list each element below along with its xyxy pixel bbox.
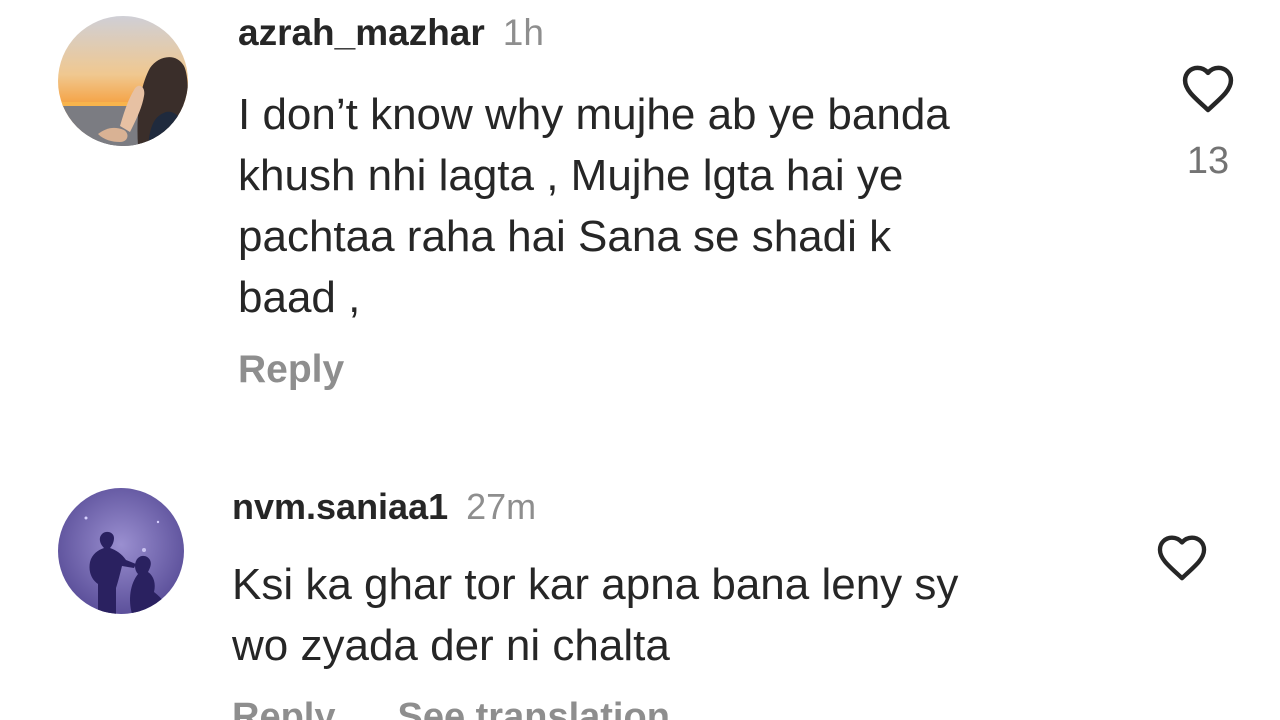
username[interactable]: azrah_mazhar [238, 12, 485, 54]
like-count: 13 [1186, 140, 1230, 182]
sunset-profile-photo [58, 16, 188, 146]
timestamp: 27m [466, 486, 537, 527]
comment-header: nvm.saniaa1 27m [232, 486, 536, 528]
reply-button[interactable]: Reply [238, 348, 344, 392]
silhouette-profile-photo [58, 488, 184, 614]
comment-text-line: Ksi ka ghar tor kar apna bana leny sy [232, 560, 959, 609]
comment-actions: Reply [238, 348, 406, 392]
username[interactable]: nvm.saniaa1 [232, 486, 448, 528]
heart-outline-icon [1182, 65, 1234, 113]
avatar[interactable] [58, 16, 188, 146]
see-translation-button[interactable]: See translation [397, 696, 669, 720]
comment-text-line: I don’t know why mujhe ab ye banda [238, 90, 950, 139]
comment-item: nvm.saniaa1 27m Ksi ka ghar tor kar apna… [0, 470, 1280, 720]
comment-text-line: wo zyada der ni chalta [232, 621, 670, 670]
like-button[interactable] [1146, 532, 1218, 582]
comment-text-line: pachtaa raha hai Sana se shadi k [238, 212, 892, 261]
heart-outline-icon [1157, 535, 1207, 581]
comment-text-line: baad , [238, 273, 361, 322]
reply-button[interactable]: Reply [232, 696, 335, 720]
comment-text: I don’t know why mujhe ab ye banda khush… [238, 84, 950, 328]
comment-header: azrah_mazhar 1h [238, 12, 544, 54]
comments-screen: azrah_mazhar 1h I don’t know why mujhe a… [0, 0, 1280, 720]
comment-text-line: khush nhi lagta , Mujhe lgta hai ye [238, 151, 904, 200]
comment-actions: Reply See translation [232, 696, 732, 720]
avatar[interactable] [58, 488, 184, 614]
timestamp: 1h [502, 12, 544, 53]
like-button[interactable]: 13 [1172, 62, 1244, 183]
comment-item: azrah_mazhar 1h I don’t know why mujhe a… [0, 0, 1280, 420]
comment-text: Ksi ka ghar tor kar apna bana leny sy wo… [232, 554, 958, 676]
